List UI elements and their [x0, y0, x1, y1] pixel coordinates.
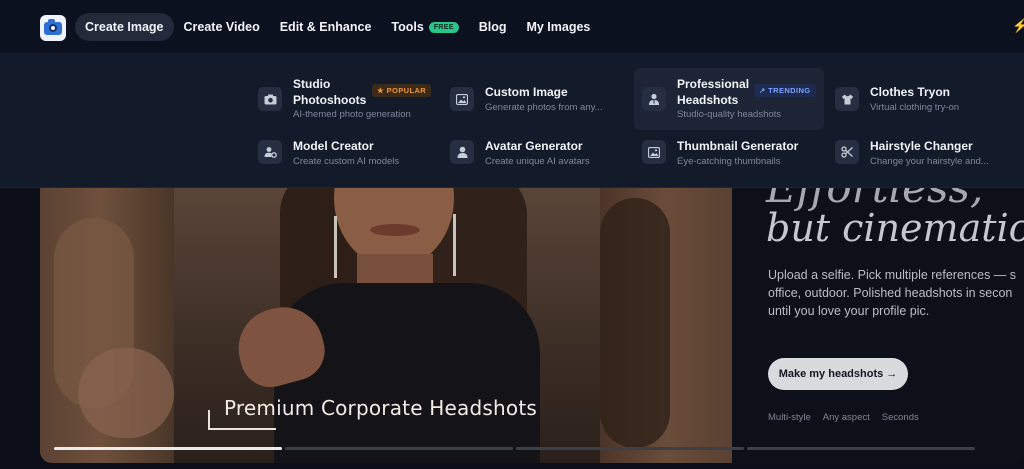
headline: but cinematic. — [766, 206, 1024, 250]
menu-item-title: Hairstyle Changer — [870, 139, 973, 153]
hero-description: Upload a selfie. Pick multiple reference… — [768, 268, 1017, 318]
feature-item: Seconds — [881, 412, 919, 423]
menu-item-desc: Create custom AI models — [293, 156, 400, 167]
nav-tools[interactable]: Tools FREE — [381, 13, 468, 41]
slide-indicator[interactable] — [54, 447, 282, 450]
slide-indicator[interactable] — [285, 447, 513, 450]
user-gear-icon — [258, 140, 282, 164]
top-navbar: Create Image Create Video Edit & Enhance… — [0, 0, 1024, 54]
menu-item-desc: Eye-catching thumbnails — [677, 156, 781, 167]
menu-item-desc: Change your hairstyle and... — [870, 156, 989, 167]
main-nav: Create Image Create Video Edit & Enhance… — [75, 13, 600, 41]
menu-item-desc: Studio-quality headshots — [677, 109, 782, 120]
free-badge: FREE — [428, 21, 459, 33]
user-icon — [450, 140, 474, 164]
image-icon — [450, 87, 474, 111]
menu-clothes-tryon[interactable]: Clothes Tryon Virtual clothing try-on — [827, 68, 1017, 130]
nav-my-images[interactable]: My Images — [516, 13, 600, 41]
nav-label: Tools — [391, 20, 424, 34]
nav-label: My Images — [526, 20, 591, 34]
menu-item-title: Custom Image — [485, 85, 568, 99]
image-icon — [642, 140, 666, 164]
nav-label: Create Video — [183, 20, 260, 34]
shirt-icon — [835, 87, 859, 111]
nav-blog[interactable]: Blog — [469, 13, 517, 41]
blurred-photo-left — [40, 188, 174, 463]
create-image-dropdown: Studio Photoshoots ★ POPULAR AI-themed ph… — [0, 54, 1024, 188]
menu-item-title: Thumbnail Generator — [677, 139, 799, 153]
menu-item-title: Professional Headshots — [677, 77, 750, 107]
menu-item-desc: AI-themed photo generation — [293, 109, 411, 120]
nav-label: Blog — [478, 20, 507, 34]
menu-item-title: Avatar Generator — [485, 139, 583, 153]
make-headshots-button[interactable]: Make my headshots → — [768, 358, 908, 390]
popular-badge: ★ POPULAR — [372, 84, 432, 97]
hero-slider: Premium Corporate Headshots Effortless, … — [40, 188, 1024, 463]
nav-create-video[interactable]: Create Video — [174, 13, 270, 41]
person-tie-icon — [642, 87, 666, 111]
menu-item-title: Clothes Tryon — [870, 85, 951, 99]
menu-item-desc: Generate photos from any... — [485, 102, 603, 113]
menu-custom-image[interactable]: Custom Image Generate photos from any... — [442, 68, 632, 130]
menu-item-desc: Create unique AI avatars — [485, 156, 590, 167]
feature-item: Any aspect — [822, 412, 870, 423]
blurred-photo-right — [600, 188, 732, 463]
menu-item-title: Model Creator — [293, 139, 374, 153]
nav-label: Edit & Enhance — [279, 20, 372, 34]
slide-caption: Premium Corporate Headshots — [224, 396, 537, 420]
feature-list: Multi-style Any aspect Seconds — [768, 412, 931, 423]
slide-indicator[interactable] — [747, 447, 975, 450]
menu-studio-photoshoots[interactable]: Studio Photoshoots ★ POPULAR AI-themed ph… — [250, 68, 440, 130]
menu-item-desc: Virtual clothing try-on — [870, 102, 960, 113]
menu-item-title: Studio Photoshoots — [293, 77, 367, 107]
slide-indicator[interactable] — [516, 447, 744, 450]
menu-professional-headshots[interactable]: Professional Headshots ↗ TRENDING Studio-… — [634, 68, 824, 130]
app-logo-icon[interactable] — [40, 15, 66, 41]
menu-avatar-generator[interactable]: Avatar Generator Create unique AI avatar… — [442, 130, 632, 174]
menu-thumbnail-generator[interactable]: Thumbnail Generator Eye-catching thumbna… — [634, 130, 824, 174]
nav-label: Create Image — [85, 20, 164, 34]
slide-progress — [54, 447, 978, 450]
camera-icon — [258, 87, 282, 111]
scissors-icon — [835, 140, 859, 164]
hero-photo: Premium Corporate Headshots — [40, 188, 732, 463]
nav-create-image[interactable]: Create Image — [75, 13, 174, 41]
menu-model-creator[interactable]: Model Creator Create custom AI models — [250, 130, 440, 174]
feature-item: Multi-style — [768, 412, 811, 423]
menu-hairstyle-changer[interactable]: Hairstyle Changer Change your hairstyle … — [827, 130, 1017, 174]
nav-edit-enhance[interactable]: Edit & Enhance — [270, 13, 382, 41]
lightning-icon[interactable]: ⚡ — [1012, 18, 1024, 34]
trending-badge: ↗ TRENDING — [754, 84, 816, 97]
